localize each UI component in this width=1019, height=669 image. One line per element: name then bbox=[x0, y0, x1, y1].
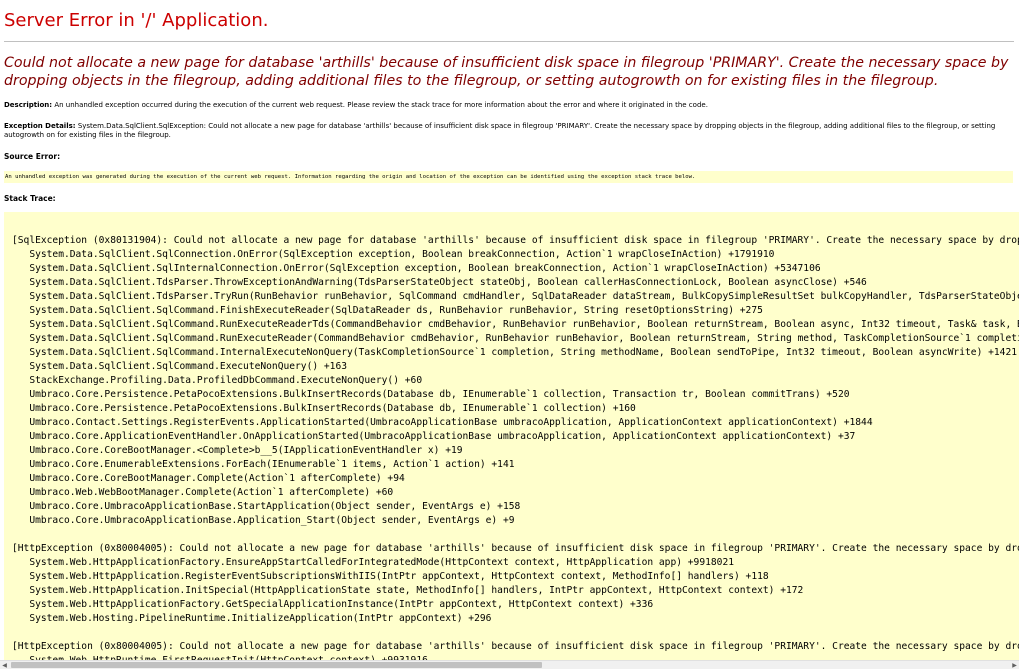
description-label: Description: bbox=[4, 101, 53, 109]
scroll-right-icon[interactable]: ▶ bbox=[1010, 661, 1019, 669]
error-page: Server Error in '/' Application. Could n… bbox=[0, 0, 1019, 669]
horizontal-scrollbar[interactable]: ◀ ▶ bbox=[0, 660, 1019, 669]
scrollbar-thumb[interactable] bbox=[11, 662, 542, 668]
title-divider bbox=[4, 41, 1014, 42]
stack-trace-text: [SqlException (0x80131904): Could not al… bbox=[12, 235, 1019, 660]
source-error-box: An unhandled exception was generated dur… bbox=[4, 171, 1013, 183]
exception-details-text: System.Data.SqlClient.SqlException: Coul… bbox=[4, 122, 996, 139]
exception-details-label: Exception Details: bbox=[4, 122, 76, 130]
page-title: Server Error in '/' Application. bbox=[4, 10, 269, 31]
source-error-label: Source Error: bbox=[4, 152, 61, 161]
error-message: Could not allocate a new page for databa… bbox=[4, 55, 1009, 89]
description-text: An unhandled exception occurred during t… bbox=[54, 101, 708, 109]
stack-trace-box[interactable]: [SqlException (0x80131904): Could not al… bbox=[4, 212, 1019, 660]
stack-trace-label: Stack Trace: bbox=[4, 194, 56, 203]
scroll-left-icon[interactable]: ◀ bbox=[0, 661, 9, 669]
exception-details-section: Exception Details: System.Data.SqlClient… bbox=[4, 122, 1014, 140]
description-section: Description: An unhandled exception occu… bbox=[4, 101, 1014, 110]
